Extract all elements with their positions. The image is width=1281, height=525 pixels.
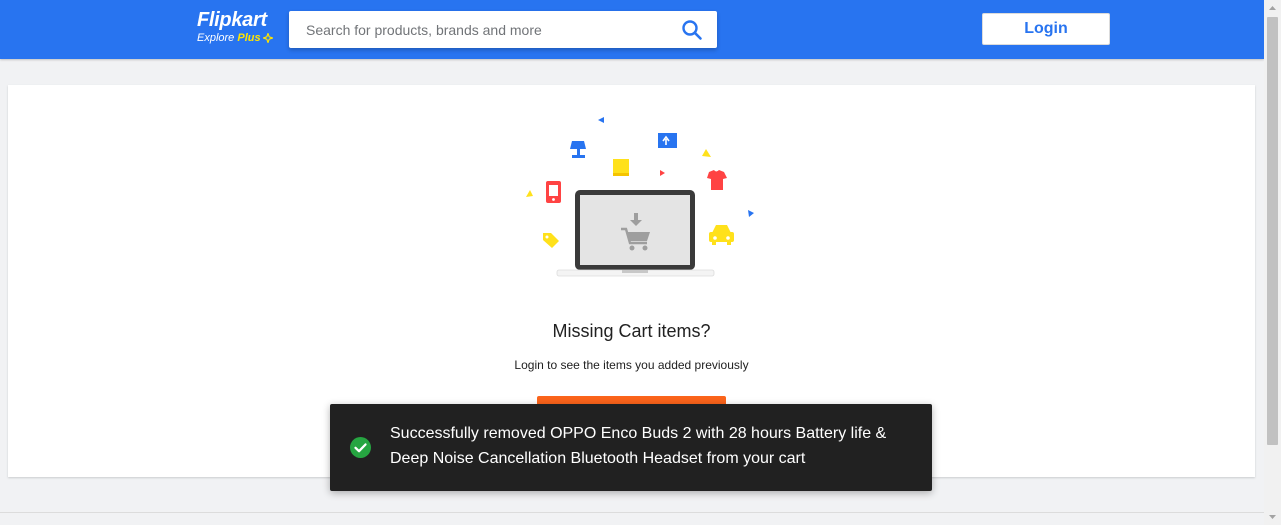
- search-input[interactable]: [289, 11, 686, 48]
- car-icon: [709, 225, 734, 245]
- top-header: Flipkart Explore Plus Login: [0, 0, 1264, 59]
- confetti-triangle: [660, 170, 665, 176]
- page-scrollbar[interactable]: [1264, 0, 1281, 525]
- scrollbar-thumb[interactable]: [1267, 17, 1278, 445]
- mobile-icon: [546, 181, 561, 203]
- tshirt-icon: [707, 170, 727, 190]
- monitor-icon: [658, 133, 677, 148]
- check-circle-icon: [350, 437, 371, 458]
- scroll-down-icon[interactable]: [1268, 512, 1277, 521]
- lamp-icon: [570, 141, 586, 158]
- empty-cart-subtitle: Login to see the items you added previou…: [514, 358, 749, 372]
- scroll-up-icon[interactable]: [1268, 4, 1277, 13]
- logo-subtext: Explore Plus: [197, 32, 261, 44]
- search-bar: [289, 11, 717, 48]
- confetti-triangle: [598, 117, 604, 123]
- logo-sub-plus: Plus: [237, 32, 261, 44]
- logo-text: Flipkart: [197, 9, 267, 31]
- toast-message: Successfully removed OPPO Enco Buds 2 wi…: [390, 425, 887, 467]
- login-button[interactable]: Login: [982, 13, 1110, 45]
- search-icon[interactable]: [681, 19, 703, 41]
- confetti-triangle: [526, 190, 533, 197]
- logo-sub-explore: Explore: [197, 32, 235, 44]
- plus-star-icon: [263, 33, 273, 43]
- confetti-triangle: [702, 149, 711, 157]
- book-icon: [613, 159, 629, 176]
- empty-cart-title: Missing Cart items?: [552, 321, 711, 341]
- footer-divider: [0, 512, 1264, 513]
- toast-notification: Successfully removed OPPO Enco Buds 2 wi…: [330, 404, 932, 491]
- empty-cart-illustration: [526, 117, 754, 277]
- tag-icon: [543, 233, 559, 248]
- flipkart-logo[interactable]: Flipkart Explore Plus: [197, 9, 281, 49]
- confetti-triangle: [748, 210, 754, 217]
